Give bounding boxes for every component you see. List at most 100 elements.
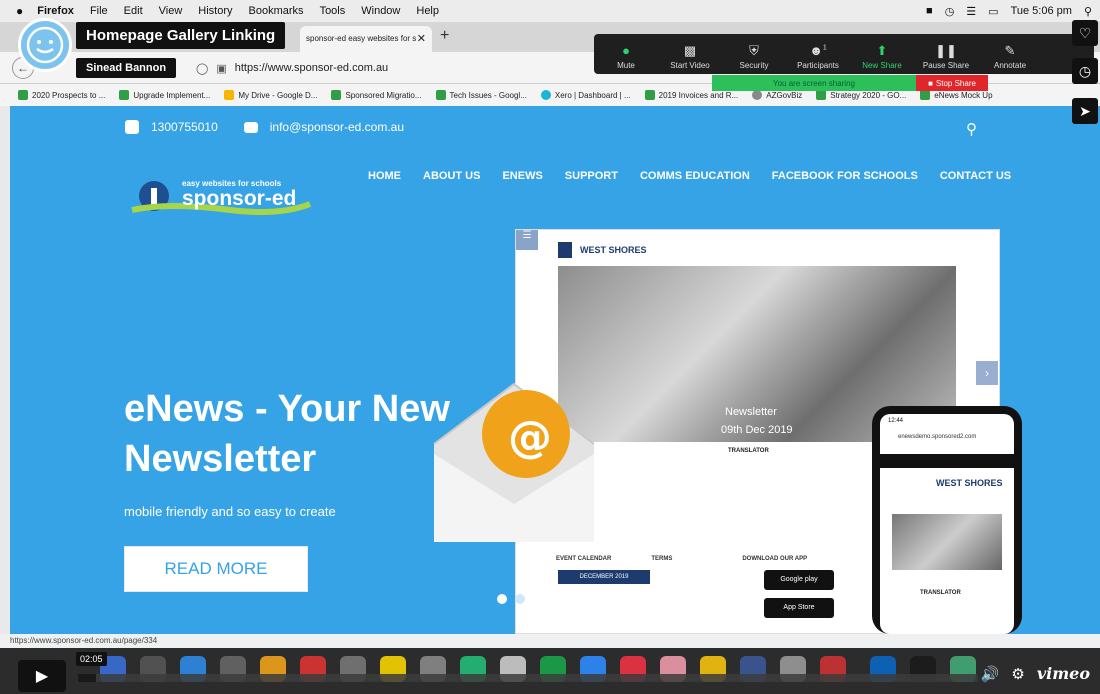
mockup-translator: TRANSLATOR bbox=[728, 448, 769, 454]
share-paper-plane-icon[interactable]: ➤ bbox=[1072, 98, 1098, 124]
mute-button[interactable]: ● Mute bbox=[594, 43, 658, 70]
bookmark[interactable]: 2020 Prospects to ... bbox=[18, 90, 105, 100]
nav-enews[interactable]: ENEWS bbox=[502, 170, 542, 182]
pause-icon: ❚❚ bbox=[935, 43, 957, 58]
nav-comms-education[interactable]: COMMS EDUCATION bbox=[640, 170, 750, 182]
play-button[interactable]: ▶ bbox=[18, 660, 66, 692]
phone-number[interactable]: 1300755010 bbox=[151, 120, 218, 134]
screen: ● Firefox File Edit View History Bookmar… bbox=[0, 0, 1100, 694]
bookmark[interactable]: My Drive - Google D... bbox=[224, 90, 317, 100]
video-progress-fill bbox=[78, 674, 96, 682]
mockup-newsletter-label: Newsletter bbox=[725, 406, 777, 418]
sheets-icon bbox=[816, 90, 827, 100]
menu-tools[interactable]: Tools bbox=[320, 5, 346, 17]
menu-window[interactable]: Window bbox=[361, 5, 400, 17]
new-share-button[interactable]: ⬆ New Share bbox=[850, 43, 914, 70]
app-store-badge: App Store bbox=[764, 598, 834, 618]
zoom-meeting-controls: ● Mute ▩ Start Video ⛨ Security ☻1 Participa… bbox=[594, 34, 1094, 74]
time-machine-icon[interactable]: ◷ bbox=[945, 5, 955, 18]
menu-firefox[interactable]: Firefox bbox=[37, 5, 74, 17]
annotate-button[interactable]: ✎ Annotate bbox=[978, 43, 1042, 70]
vimeo-logo[interactable]: vimeo bbox=[1037, 664, 1090, 683]
like-heart-icon[interactable]: ♡ bbox=[1072, 20, 1098, 46]
slider-dot-active[interactable] bbox=[497, 594, 507, 604]
slider-next-icon: › bbox=[976, 361, 998, 385]
search-icon[interactable]: ⚲ bbox=[966, 120, 977, 138]
video-progress-bar[interactable] bbox=[78, 674, 978, 682]
share-up-icon: ⬆ bbox=[876, 43, 888, 58]
sheets-icon bbox=[119, 90, 130, 100]
settings-gear-icon[interactable]: ⚙ bbox=[1011, 665, 1024, 683]
address-bar[interactable]: ◯ ▣ https://www.sponsor-ed.com.au bbox=[196, 56, 616, 80]
menubar-clock[interactable]: Tue 5:06 pm bbox=[1011, 5, 1072, 17]
video-author[interactable]: Sinead Bannon bbox=[76, 58, 177, 78]
svg-text:@: @ bbox=[508, 412, 552, 463]
close-tab-icon[interactable]: ✕ bbox=[417, 32, 426, 45]
nav-about-us[interactable]: ABOUT US bbox=[423, 170, 480, 182]
slider-dot[interactable] bbox=[515, 594, 525, 604]
zoom-status-icon[interactable]: ■ bbox=[926, 5, 933, 17]
battery-icon[interactable]: ▭ bbox=[988, 5, 998, 18]
nav-facebook-for-schools[interactable]: FACEBOOK FOR SCHOOLS bbox=[772, 170, 918, 182]
mockup-header: WEST SHORES bbox=[516, 230, 999, 270]
screen-sharing-bar: You are screen sharing ■ Stop Share bbox=[712, 75, 988, 91]
volume-icon[interactable]: 🔊 bbox=[981, 665, 1000, 683]
sheets-icon bbox=[435, 90, 446, 100]
menu-file[interactable]: File bbox=[90, 5, 108, 17]
bookmark[interactable]: 2019 Invoices and R... bbox=[644, 90, 738, 100]
url-text: https://www.sponsor-ed.com.au bbox=[234, 62, 389, 74]
mockup-event-calendar: EVENT CALENDAR bbox=[556, 556, 612, 562]
hero-subtext: mobile friendly and so easy to create bbox=[124, 504, 336, 519]
contact-bar: 1300755010 info@sponsor-ed.com.au bbox=[125, 120, 404, 134]
security-button[interactable]: ⛨ Security bbox=[722, 43, 786, 70]
spotlight-icon[interactable]: ⚲ bbox=[1084, 5, 1092, 18]
menu-view[interactable]: View bbox=[159, 5, 183, 17]
bookmark[interactable]: eNews Mock Up bbox=[920, 90, 993, 100]
new-tab-icon[interactable]: + bbox=[440, 27, 449, 45]
mockup-download-app: DOWNLOAD OUR APP bbox=[742, 556, 808, 562]
nav-home[interactable]: HOME bbox=[368, 170, 401, 182]
read-more-button[interactable]: READ MORE bbox=[124, 546, 308, 592]
participants-icon: ☻1 bbox=[809, 43, 827, 58]
menu-edit[interactable]: Edit bbox=[124, 5, 143, 17]
phone-translator: TRANSLATOR bbox=[920, 590, 961, 596]
video-timecode: 02:05 bbox=[76, 652, 107, 666]
video-title[interactable]: Homepage Gallery Linking bbox=[76, 22, 286, 49]
mac-menu-bar: ● Firefox File Edit View History Bookmar… bbox=[0, 0, 1100, 22]
phone-school-name: WEST SHORES bbox=[936, 478, 1003, 488]
pencil-icon: ✎ bbox=[1004, 43, 1016, 58]
menu-help[interactable]: Help bbox=[416, 5, 439, 17]
watch-later-clock-icon[interactable]: ◷ bbox=[1072, 58, 1098, 84]
nav-support[interactable]: SUPPORT bbox=[565, 170, 618, 182]
player-right-controls: 🔊 ⚙ vimeo bbox=[981, 664, 1090, 683]
apple-icon[interactable]: ● bbox=[16, 4, 23, 18]
email-address[interactable]: info@sponsor-ed.com.au bbox=[270, 120, 404, 134]
logo-name: sponsor-ed bbox=[182, 187, 297, 210]
participants-button[interactable]: ☻1 Participants bbox=[786, 43, 850, 70]
stop-share-button[interactable]: ■ Stop Share bbox=[916, 75, 988, 91]
stop-icon: ■ bbox=[928, 78, 933, 88]
sponsor-ed-logo[interactable]: easy websites for schools sponsor-ed bbox=[130, 174, 320, 220]
pause-share-button[interactable]: ❚❚ Pause Share bbox=[914, 43, 978, 70]
google-play-badge: Google play bbox=[764, 570, 834, 590]
start-video-button[interactable]: ▩ Start Video bbox=[658, 43, 722, 70]
menu-history[interactable]: History bbox=[198, 5, 232, 17]
lock-icon: ▣ bbox=[216, 62, 227, 75]
mockup-school-name: WEST SHORES bbox=[580, 245, 647, 255]
phone-screen: 12:44 enewsdemo.sponsored2.com WEST SHOR… bbox=[880, 414, 1014, 634]
bookmark[interactable]: Tech Issues - Googl... bbox=[435, 90, 527, 100]
nav-contact-us[interactable]: CONTACT US bbox=[940, 170, 1011, 182]
bookmark[interactable]: AZGovBiz bbox=[752, 90, 802, 100]
video-off-icon: ▩ bbox=[683, 43, 697, 58]
bookmark[interactable]: Upgrade Implement... bbox=[119, 90, 210, 100]
mockup-footer-headings: EVENT CALENDAR TERMS DOWNLOAD OUR APP bbox=[556, 556, 807, 562]
bookmark[interactable]: Xero | Dashboard | ... bbox=[540, 90, 631, 100]
bookmark[interactable]: Sponsored Migratio... bbox=[331, 90, 422, 100]
author-avatar[interactable] bbox=[18, 18, 72, 72]
bookmark[interactable]: Strategy 2020 - GO... bbox=[816, 90, 906, 100]
browser-tab[interactable]: sponsor-ed easy websites for s ✕ bbox=[300, 26, 432, 52]
menu-bookmarks[interactable]: Bookmarks bbox=[249, 5, 304, 17]
phone-url: enewsdemo.sponsored2.com bbox=[898, 434, 977, 440]
phone-students-photo bbox=[892, 514, 1002, 570]
wifi-icon[interactable]: ☰ bbox=[966, 5, 976, 18]
